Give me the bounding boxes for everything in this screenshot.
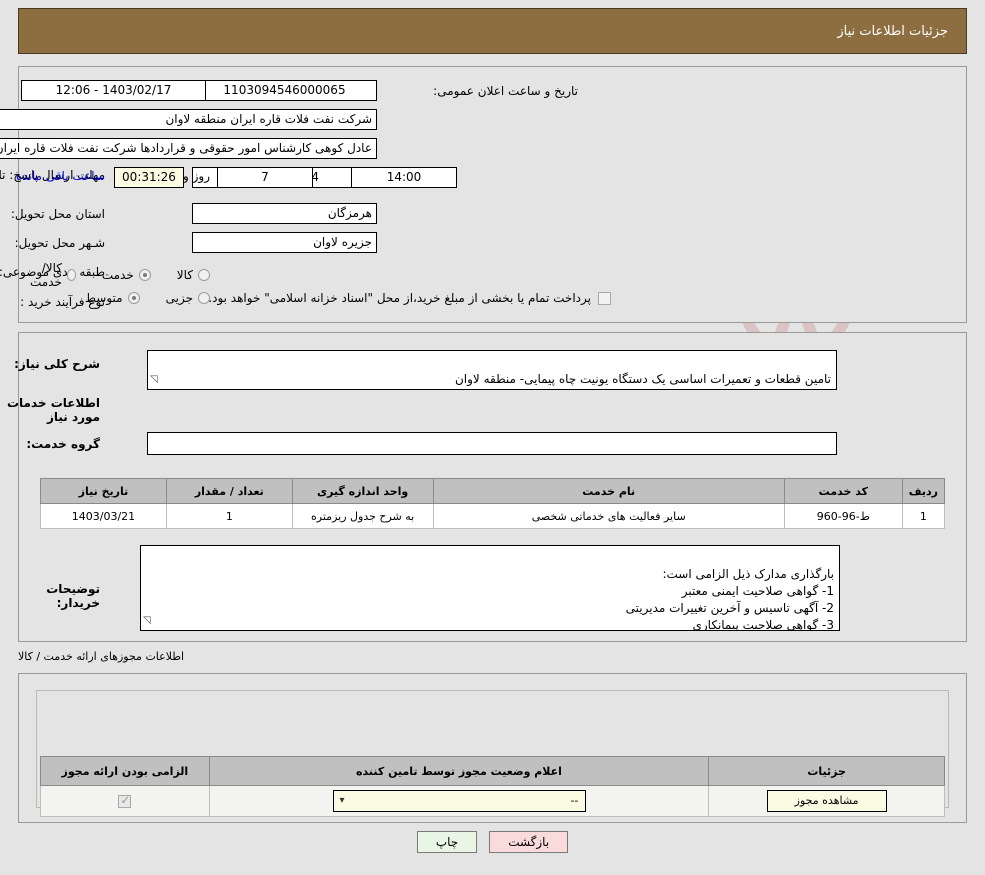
remaining-label: ساعت باقی مانده [15,169,105,183]
page-root: AriaTender.net جزئیات اطلاعات نیاز شماره… [0,0,985,875]
province-row: استان محل تحویل: [11,203,105,225]
radio-icon-selected[interactable] [138,269,151,281]
back-button[interactable]: بازگشت [489,831,569,853]
license-status-value: -- [570,794,579,807]
page-title: جزئیات اطلاعات نیاز [837,23,948,39]
footer-buttons: بازگشت چاپ [0,831,985,853]
announce-date-value: 1403/02/17 - 12:06 [21,80,206,101]
treasury-note-row: پرداخت تمام یا بخشی از مبلغ خرید،از محل … [208,291,611,305]
buyer-notes-value: بارگذاری مدارک ذیل الزامی است: 1- گواهی … [625,567,834,631]
classification-option-kala-khedmat[interactable]: کالا/خدمت [26,261,76,289]
city-row: شـهر محل تحویل: [15,232,105,254]
treasury-checkbox[interactable] [598,291,611,305]
process-option-motavaset[interactable]: متوسط [85,291,140,305]
buyer-notes-textarea[interactable]: بارگذاری مدارک ذیل الزامی است: 1- گواهی … [140,545,840,631]
city-value: جزیره لاوان [192,232,377,253]
license-required-checkbox [118,793,132,808]
table-row: 1 ط-96-960 سایر فعالیت های خدماتی شخصی ب… [40,503,946,529]
licenses-cell-details: مشاهده مجوز [708,785,945,817]
service-cell-unit: به شرح جدول ریزمتره [291,503,434,529]
classification-option-label: خدمت [101,268,134,282]
service-col-name: نام خدمت [432,478,785,504]
service-col-date: تاریخ نیاز [40,478,167,504]
creator-value: عادل کوهی کارشناس امور حقوقی و قراردادها… [0,138,377,159]
deadline-time-value: 14:00 [351,167,457,188]
classification-options: کالا خدمت کالا/خدمت [0,261,210,289]
service-cell-index: 1 [901,503,946,529]
general-desc-textarea[interactable]: تامین قطعات و تعمیرات اساسی یک دستگاه یو… [147,350,837,390]
resize-grip-icon[interactable]: ◸ [150,371,158,388]
service-cell-code: ط-96-960 [783,503,903,529]
announce-date-label-wrap: تاریخ و ساعت اعلان عمومی: [433,80,578,102]
service-cell-name: سایر فعالیت های خدماتی شخصی [432,503,785,529]
licenses-col-required: الزامی بودن ارائه مجوز [40,756,210,786]
service-table: ردیف کد خدمت نام خدمت واحد اندازه گیری ت… [40,478,946,529]
service-cell-date: 1403/03/21 [40,503,167,529]
radio-icon[interactable] [66,269,76,281]
process-option-label: متوسط [84,291,123,305]
city-label: شـهر محل تحویل: [14,236,105,250]
licenses-caption: اطلاعات مجوزهای ارائه خدمت / کالا [18,650,967,663]
service-cell-qty: 1 [165,503,293,529]
resize-grip-icon[interactable]: ◸ [143,612,151,629]
days-label: روز و [183,169,210,183]
buyer-notes-label: توضیحات خریدار: [46,582,100,610]
classification-option-label: کالا/خدمت [30,261,62,289]
license-status-select[interactable]: ▾ -- [332,790,586,812]
process-option-label: جزیی [165,291,193,305]
service-col-unit: واحد اندازه گیری [291,478,434,504]
service-col-code: کد خدمت [783,478,903,504]
print-button[interactable]: چاپ [416,831,478,853]
buyer-org-value: شرکت نفت فلات قاره ایران منطقه لاوان [0,109,377,130]
service-col-qty: تعداد / مقدار [165,478,293,504]
process-option-jozi[interactable]: جزیی [166,291,210,305]
province-value: هرمزگان [192,203,377,224]
licenses-cell-required [40,785,210,817]
licenses-table: جزئیات اعلام وضعیت مجوز توسط تامین کننده… [40,756,945,817]
service-group-value: سایر فعالیت‌های خدماتی [709,454,831,455]
licenses-caption-text: اطلاعات مجوزهای ارائه خدمت / کالا [18,650,185,663]
page-header: جزئیات اطلاعات نیاز [18,8,967,54]
province-label: استان محل تحویل: [10,207,105,221]
services-section-title: اطلاعات خدمات مورد نیاز [6,396,100,424]
countdown-value: 00:31:26 [114,167,184,188]
service-table-header-row: ردیف کد خدمت نام خدمت واحد اندازه گیری ت… [40,478,946,504]
licenses-col-details: جزئیات [708,756,945,786]
announce-date-label: تاریخ و ساعت اعلان عمومی: [433,84,578,98]
process-options: جزیی متوسط [59,291,210,305]
radio-icon[interactable] [198,269,210,281]
need-number-value: 1103094546000065 [192,80,377,101]
general-desc-value: تامین قطعات و تعمیرات اساسی یک دستگاه یو… [454,372,831,386]
view-license-button[interactable]: مشاهده مجوز [766,790,887,812]
licenses-cell-status: ▾ -- [208,785,710,817]
licenses-table-header-row: جزئیات اعلام وضعیت مجوز توسط تامین کننده… [40,756,945,786]
table-row: مشاهده مجوز ▾ -- [40,785,945,817]
service-group-value-box: سایر فعالیت‌های خدماتی [147,432,837,455]
service-col-index: ردیف [901,478,946,504]
deadline-days-value: 7 [217,167,313,188]
service-group-label: گروه خدمت: [26,437,100,451]
treasury-note-label: پرداخت تمام یا بخشی از مبلغ خرید،از محل … [208,291,591,305]
general-desc-label: شرح کلی نیاز: [14,357,100,371]
licenses-col-status: اعلام وضعیت مجوز توسط تامین کننده [208,756,710,786]
classification-option-khedmat[interactable]: خدمت [102,268,151,282]
radio-icon-selected[interactable] [127,292,140,304]
classification-option-kala[interactable]: کالا [177,268,210,282]
classification-option-label: کالا [176,268,193,282]
